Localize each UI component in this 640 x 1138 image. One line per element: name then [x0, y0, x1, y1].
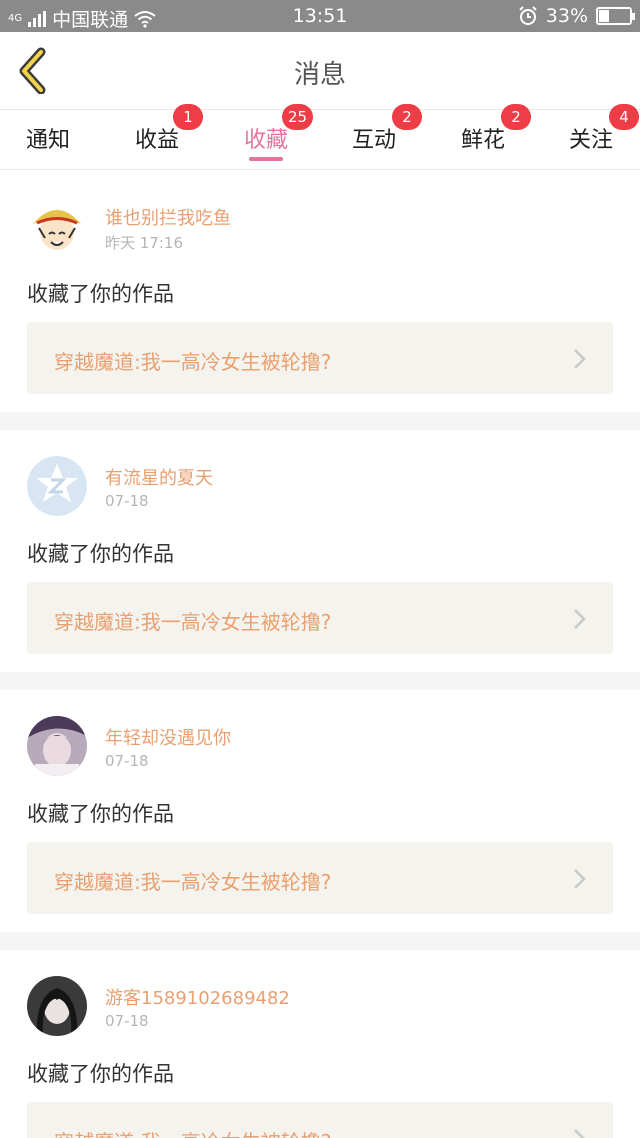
- count-badge: 1: [173, 104, 203, 130]
- work-link[interactable]: 穿越魔道:我一高冷女生被轮撸?: [27, 582, 613, 654]
- battery-fill: [599, 10, 609, 22]
- status-right: 33%: [518, 5, 635, 27]
- action-text: 收藏了你的作品: [27, 282, 174, 306]
- username[interactable]: 有流星的夏天: [105, 464, 213, 490]
- message-time: 07-18: [105, 752, 149, 770]
- count-badge: 4: [609, 104, 639, 130]
- message-time: 07-18: [105, 1012, 149, 1030]
- tab-earnings[interactable]: 收益 1: [107, 104, 207, 170]
- battery-percent: 33%: [545, 5, 588, 27]
- tab-label: 通知: [25, 128, 70, 153]
- message-card: 年轻却没遇见你 07-18 收藏了你的作品 穿越魔道:我一高冷女生被轮撸?: [0, 690, 640, 932]
- work-title: 穿越魔道:我一高冷女生被轮撸?: [54, 350, 332, 374]
- message-card: 游客1589102689482 07-18 收藏了你的作品 穿越魔道:我一高冷女…: [0, 950, 640, 1138]
- header: 消息: [0, 32, 640, 110]
- work-title: 穿越魔道:我一高冷女生被轮撸?: [54, 1126, 331, 1138]
- work-link[interactable]: 穿越魔道:我一高冷女生被轮撸?: [27, 322, 613, 394]
- username[interactable]: 谁也别拦我吃鱼: [105, 204, 231, 230]
- count-badge: 2: [501, 104, 531, 130]
- tab-following[interactable]: 关注 4: [541, 104, 640, 170]
- work-title: 穿越魔道:我一高冷女生被轮撸?: [54, 610, 332, 634]
- chevron-right-icon: [574, 1129, 585, 1138]
- battery-icon: [596, 7, 635, 25]
- count-badge: 25: [282, 104, 314, 130]
- message-time: 07-18: [105, 492, 149, 510]
- count-badge: 2: [392, 104, 422, 130]
- avatar[interactable]: [27, 716, 87, 776]
- active-tab-indicator: [249, 157, 283, 161]
- chevron-right-icon: [574, 609, 586, 629]
- work-title: 穿越魔道:我一高冷女生被轮撸?: [54, 870, 332, 894]
- username[interactable]: 游客1589102689482: [105, 984, 290, 1010]
- avatar[interactable]: [27, 976, 87, 1036]
- work-link[interactable]: 穿越魔道:我一高冷女生被轮撸?: [27, 1102, 613, 1138]
- action-text: 收藏了你的作品: [27, 1062, 174, 1086]
- chevron-right-icon: [574, 869, 586, 889]
- tab-favorites[interactable]: 收藏 25: [216, 104, 316, 170]
- status-bar: 4G 中国联通 13:51 33%: [0, 0, 640, 32]
- message-card: 有流星的夏天 07-18 收藏了你的作品 穿越魔道:我一高冷女生被轮撸?: [0, 430, 640, 672]
- avatar[interactable]: [27, 196, 87, 256]
- tab-flowers[interactable]: 鲜花 2: [433, 104, 533, 170]
- work-link[interactable]: 穿越魔道:我一高冷女生被轮撸?: [27, 842, 613, 914]
- message-card: 谁也别拦我吃鱼 昨天 17:16 收藏了你的作品 穿越魔道:我一高冷女生被轮撸?: [0, 170, 640, 412]
- tab-interactions[interactable]: 互动 2: [324, 104, 424, 170]
- avatar[interactable]: [27, 456, 87, 516]
- tab-notifications[interactable]: 通知: [0, 110, 98, 170]
- action-text: 收藏了你的作品: [27, 542, 174, 566]
- tab-bar: 通知 收益 1 收藏 25 互动 2 鲜花 2 关注 4: [0, 104, 640, 170]
- alarm-icon: [519, 6, 537, 25]
- message-time: 昨天 17:16: [105, 234, 183, 252]
- back-button[interactable]: [10, 44, 60, 94]
- page-title: 消息: [293, 60, 346, 90]
- username[interactable]: 年轻却没遇见你: [105, 724, 231, 750]
- action-text: 收藏了你的作品: [27, 802, 174, 826]
- chevron-right-icon: [574, 349, 586, 369]
